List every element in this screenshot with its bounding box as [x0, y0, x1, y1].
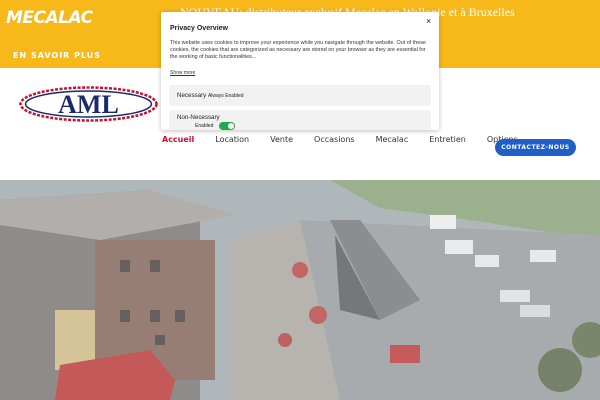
- non-necessary-label: Non-Necessary: [177, 114, 220, 121]
- aml-logo[interactable]: AML: [19, 86, 158, 122]
- nav-item-vente[interactable]: Vente: [270, 135, 293, 149]
- modal-body-text: This website uses cookies to improve you…: [170, 40, 426, 60]
- nav-item-location[interactable]: Location: [215, 135, 249, 149]
- toggle-enabled-label: Enabled: [195, 123, 214, 129]
- aml-logo-text: AML: [58, 90, 119, 119]
- contact-button[interactable]: CONTACTEZ-NOUS: [495, 139, 576, 156]
- nav-item-occasions[interactable]: Occasions: [314, 135, 355, 149]
- hero-image: [0, 180, 600, 400]
- close-icon[interactable]: ×: [426, 16, 431, 26]
- non-necessary-toggle[interactable]: [219, 122, 235, 130]
- learn-more-link[interactable]: EN SAVOIR PLUS: [13, 51, 101, 60]
- modal-title: Privacy Overview: [170, 25, 228, 32]
- consent-row-necessary[interactable]: Necessary Always Enabled: [169, 85, 431, 106]
- consent-row-non-necessary[interactable]: Non-Necessary Enabled: [169, 110, 431, 130]
- aerial-yard-photo: [0, 180, 600, 400]
- always-enabled-label: Always Enabled: [207, 93, 244, 99]
- nav-item-accueil[interactable]: Accueil: [162, 135, 194, 149]
- necessary-label: Necessary Always Enabled: [177, 92, 244, 99]
- nav-item-mecalac[interactable]: Mecalac: [376, 135, 409, 149]
- nav-item-entretien[interactable]: Entretien: [429, 135, 466, 149]
- mecalac-logo[interactable]: MECALAC: [6, 8, 93, 28]
- show-more-link[interactable]: Show more: [170, 70, 195, 76]
- main-nav: Accueil Location Vente Occasions Mecalac…: [162, 135, 539, 149]
- necessary-title: Necessary: [177, 92, 207, 99]
- privacy-overview-modal: Privacy Overview × This website uses coo…: [161, 12, 439, 130]
